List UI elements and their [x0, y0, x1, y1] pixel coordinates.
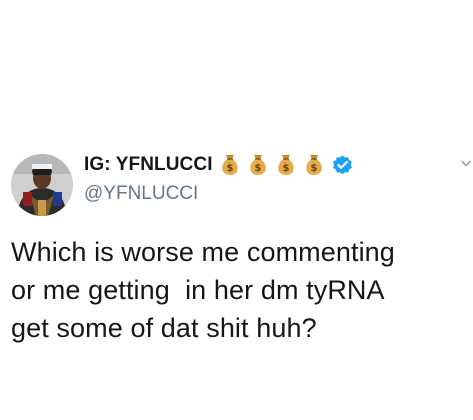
- money-bag-emoji-group: $ $ $ $: [217, 152, 327, 178]
- tweet-text-line: or me getting in her dm tyRNA: [11, 275, 385, 305]
- tweet-text-line: Which is worse me commenting: [11, 237, 395, 267]
- svg-text:$: $: [282, 163, 289, 174]
- money-bag-icon: $: [277, 155, 294, 175]
- svg-text:$: $: [226, 163, 233, 174]
- money-bag-icon: $: [221, 155, 238, 175]
- author-name-row: IG: YFNLUCCI $ $ $ $: [84, 152, 354, 178]
- verified-badge-icon: [332, 154, 352, 174]
- tweet-text: Which is worse me commenting or me getti…: [11, 233, 467, 347]
- svg-text:$: $: [254, 163, 261, 174]
- tweet-author: IG: YFNLUCCI $ $ $ $ @YFNLUCCI: [84, 152, 444, 212]
- money-bag-icon: $: [305, 155, 322, 175]
- author-handle[interactable]: @YFNLUCCI: [84, 183, 198, 205]
- avatar[interactable]: [11, 154, 73, 216]
- tweet-card: IG: YFNLUCCI $ $ $ $ @YFNLUCCI Which is …: [0, 0, 473, 420]
- money-bag-icon: $: [249, 155, 266, 175]
- author-display-name[interactable]: IG: YFNLUCCI: [84, 154, 213, 176]
- chevron-down-icon[interactable]: [461, 160, 471, 168]
- tweet-text-line: get some of dat shit huh?: [11, 313, 317, 343]
- svg-text:$: $: [310, 163, 317, 174]
